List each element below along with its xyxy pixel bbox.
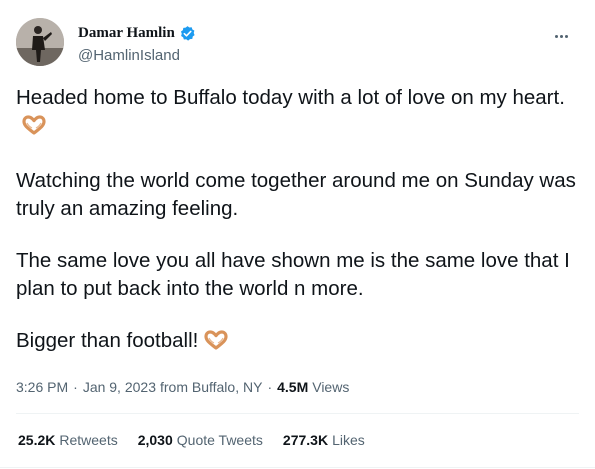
tweet-text: Headed home to Buffalo today with a lot …: [16, 84, 586, 382]
meta-separator: ·: [267, 379, 273, 395]
tweet-meta: 3:26 PM · Jan 9, 2023 from Buffalo, NY ·…: [16, 379, 349, 395]
tweet-paragraph: Bigger than football!: [16, 327, 586, 358]
quote-tweets-count: 2,030: [137, 432, 173, 448]
engagement-stats: 25.2K Retweets 2,030 Quote Tweets 277.3K…: [18, 432, 365, 448]
tweet-paragraph: The same love you all have shown me is t…: [16, 249, 570, 300]
tweet-paragraph: Watching the world come together around …: [16, 169, 576, 220]
tweet-paragraph: Headed home to Buffalo today with a lot …: [16, 84, 586, 143]
retweets-stat[interactable]: 25.2K Retweets: [18, 432, 118, 448]
tweet-source: from Buffalo, NY: [159, 379, 263, 395]
quote-tweets-stat[interactable]: 2,030 Quote Tweets: [138, 432, 263, 448]
views-label: Views: [312, 379, 350, 395]
meta-separator: ·: [73, 379, 78, 395]
more-options-icon[interactable]: [549, 28, 573, 44]
retweets-label: Retweets: [59, 432, 118, 448]
tweet-time[interactable]: 3:26 PM: [16, 379, 68, 395]
avatar[interactable]: [16, 18, 64, 66]
name-line: Damar Hamlin: [78, 25, 196, 42]
author-handle[interactable]: @HamlinIsland: [78, 47, 180, 64]
heart-hands-emoji-icon: [204, 330, 228, 358]
heart-hands-emoji-icon: [22, 115, 46, 143]
views-count[interactable]: 4.5M: [277, 379, 308, 395]
tweet-card: Damar Hamlin @HamlinIsland Headed home t…: [0, 0, 595, 469]
tweet-header: Damar Hamlin @HamlinIsland: [16, 14, 579, 70]
likes-stat[interactable]: 277.3K Likes: [283, 432, 365, 448]
author-display-name[interactable]: Damar Hamlin: [78, 25, 175, 42]
divider: [16, 413, 579, 414]
verified-badge-icon: [179, 25, 196, 42]
likes-count: 277.3K: [282, 432, 329, 448]
retweets-count: 25.2K: [18, 432, 56, 448]
tweet-date[interactable]: Jan 9, 2023: [83, 379, 156, 395]
divider: [0, 467, 595, 468]
likes-label: Likes: [332, 432, 365, 448]
quote-tweets-label: Quote Tweets: [176, 432, 263, 448]
